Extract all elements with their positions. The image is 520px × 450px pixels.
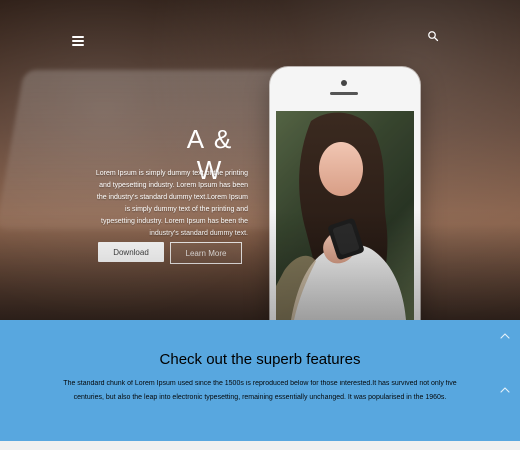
bottom-strip <box>0 441 520 450</box>
download-button[interactable]: Download <box>98 242 164 262</box>
hero-section: A & W Lorem Ipsum is simply dummy text o… <box>0 0 520 320</box>
chevron-up-icon[interactable] <box>500 386 510 394</box>
hero-description: Lorem Ipsum is simply dummy text of the … <box>95 170 248 237</box>
phone-screen-image <box>276 111 414 320</box>
search-icon[interactable] <box>427 29 439 42</box>
menu-icon[interactable] <box>72 36 84 46</box>
features-title: Check out the superb features <box>159 351 361 368</box>
menu-icon-bar <box>72 44 84 46</box>
features-description: The standard chunk of Lorem Ipsum used s… <box>63 380 457 401</box>
menu-icon-bar <box>72 36 84 38</box>
chevron-up-icon[interactable] <box>500 332 510 340</box>
phone-camera <box>341 80 347 86</box>
menu-icon-bar <box>72 40 84 42</box>
phone-mockup <box>270 67 420 320</box>
phone-speaker <box>330 92 358 95</box>
learn-more-button[interactable]: Learn More <box>170 242 242 264</box>
